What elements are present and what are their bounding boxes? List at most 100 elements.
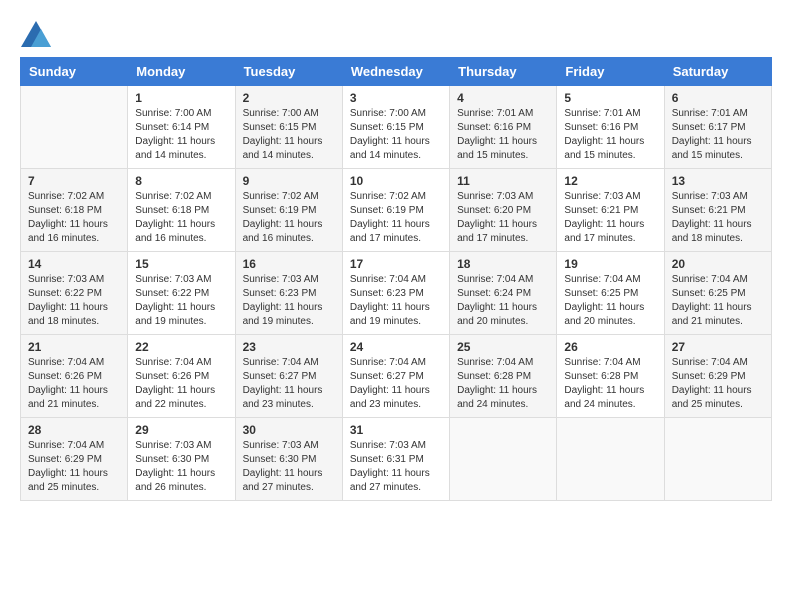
daylight-text: Daylight: 11 hours and 19 minutes. xyxy=(350,302,430,327)
day-info: Sunrise: 7:03 AMSunset: 6:30 PMDaylight:… xyxy=(135,439,227,495)
day-number: 26 xyxy=(564,340,656,354)
daylight-text: Daylight: 11 hours and 19 minutes. xyxy=(243,302,323,327)
daylight-text: Daylight: 11 hours and 21 minutes. xyxy=(28,385,108,410)
calendar-day-cell: 8 Sunrise: 7:02 AM Sunset: 6:18 PM Daylight… xyxy=(128,168,235,251)
daylight-text: Daylight: 11 hours and 25 minutes. xyxy=(672,385,752,410)
sunrise-text: Sunrise: 7:04 AM xyxy=(564,357,640,368)
day-number: 30 xyxy=(243,423,335,437)
day-number: 29 xyxy=(135,423,227,437)
sunrise-text: Sunrise: 7:04 AM xyxy=(243,357,319,368)
daylight-text: Daylight: 11 hours and 18 minutes. xyxy=(672,219,752,244)
calendar-day-cell: 14Sunrise: 7:03 AMSunset: 6:22 PMDayligh… xyxy=(21,251,128,334)
sunrise-text: Sunrise: 7:04 AM xyxy=(672,274,748,285)
sunrise-text: Sunrise: 7:04 AM xyxy=(135,357,211,368)
day-info: Sunrise: 7:02 AMSunset: 6:19 PMDaylight:… xyxy=(243,190,335,246)
day-number: 25 xyxy=(457,340,549,354)
sunrise-text: Sunrise: 7:02 AM xyxy=(28,191,104,202)
calendar-day-cell xyxy=(664,417,771,500)
day-info: Sunrise: 7:00 AMSunset: 6:15 PMDaylight:… xyxy=(243,107,335,163)
page-header xyxy=(20,20,772,47)
sunset-text: Sunset: 6:17 PM xyxy=(672,122,746,133)
daylight-text: Daylight: 11 hours and 27 minutes. xyxy=(350,468,430,493)
calendar-day-cell: 6Sunrise: 7:01 AMSunset: 6:17 PMDaylight… xyxy=(664,85,771,168)
calendar-day-cell: 23 Sunrise: 7:04 AM Sunset: 6:27 PM Dayligh… xyxy=(235,334,342,417)
sunset-text: Sunset: 6:19 PM xyxy=(350,205,424,216)
day-info: Sunrise: 7:03 AMSunset: 6:21 PMDaylight:… xyxy=(672,190,764,246)
day-of-week-header: Monday xyxy=(128,57,235,85)
day-info: Sunrise: 7:03 AMSunset: 6:22 PMDaylight:… xyxy=(135,273,227,329)
daylight-text: Daylight: 11 hours and 26 minutes. xyxy=(135,468,215,493)
calendar-body: 1Sunrise: 7:00 AMSunset: 6:14 PMDaylight… xyxy=(21,85,772,500)
daylight-text: Daylight: 11 hours and 16 minutes. xyxy=(135,219,215,244)
calendar-day-cell: 15Sunrise: 7:03 AMSunset: 6:22 PMDayligh… xyxy=(128,251,235,334)
calendar-week-row: 1Sunrise: 7:00 AMSunset: 6:14 PMDaylight… xyxy=(21,85,772,168)
day-info: Sunrise: 7:04 AMSunset: 6:23 PMDaylight:… xyxy=(350,273,442,329)
calendar-day-cell: 25Sunrise: 7:04 AMSunset: 6:28 PMDayligh… xyxy=(450,334,557,417)
calendar-day-cell: 9 Sunrise: 7:02 AMSunset: 6:19 PMDaylight… xyxy=(235,168,342,251)
daylight-text: Daylight: 11 hours and 15 minutes. xyxy=(457,136,537,161)
sunset-text: Sunset: 6:29 PM xyxy=(672,371,746,382)
day-info: Sunrise: 7:01 AMSunset: 6:16 PMDaylight:… xyxy=(564,107,656,163)
daylight-text: Daylight: 11 hours and 14 minutes. xyxy=(135,136,215,161)
sunrise-text: Sunrise: 7:02 AM xyxy=(135,191,211,202)
calendar-day-cell: 7Sunrise: 7:02 AMSunset: 6:18 PMDaylight… xyxy=(21,168,128,251)
calendar-day-cell: 30Sunrise: 7:03 AMSunset: 6:30 PMDayligh… xyxy=(235,417,342,500)
day-info: Sunrise: 7:03 AMSunset: 6:23 PMDaylight:… xyxy=(243,273,335,329)
sunset-text: Sunset: 6:27 PM xyxy=(243,371,317,382)
daylight-text: Daylight: 11 hours and 21 minutes. xyxy=(672,302,752,327)
day-number: 4 xyxy=(457,91,549,105)
calendar-day-cell: 29 Sunrise: 7:03 AMSunset: 6:30 PMDayligh… xyxy=(128,417,235,500)
sunrise-text: Sunrise: 7:03 AM xyxy=(243,440,319,451)
sunrise-text: Sunrise: 7:03 AM xyxy=(135,440,211,451)
calendar-week-row: 14Sunrise: 7:03 AMSunset: 6:22 PMDayligh… xyxy=(21,251,772,334)
sunset-text: Sunset: 6:26 PM xyxy=(135,371,209,382)
day-info: Sunrise: 7:04 AMSunset: 6:27 PMDaylight:… xyxy=(350,356,442,412)
day-number: 12 xyxy=(564,174,656,188)
calendar-day-cell: 5Sunrise: 7:01 AMSunset: 6:16 PMDaylight… xyxy=(557,85,664,168)
sunrise-text: Sunrise: 7:04 AM xyxy=(672,357,748,368)
day-number: 8 xyxy=(135,174,227,188)
calendar-day-cell: 2Sunrise: 7:00 AMSunset: 6:15 PMDaylight… xyxy=(235,85,342,168)
daylight-text: Daylight: 11 hours and 15 minutes. xyxy=(672,136,752,161)
calendar-day-cell: 11Sunrise: 7:03 AMSunset: 6:20 PMDayligh… xyxy=(450,168,557,251)
daylight-text: Daylight: 11 hours and 22 minutes. xyxy=(135,385,215,410)
daylight-text: Daylight: 11 hours and 27 minutes. xyxy=(243,468,323,493)
sunset-text: Sunset: 6:25 PM xyxy=(564,288,638,299)
calendar-day-cell: 26 Sunrise: 7:04 AMSunset: 6:28 PMDayligh… xyxy=(557,334,664,417)
day-info: Sunrise: 7:04 AMSunset: 6:26 PMDaylight:… xyxy=(28,356,120,412)
sunset-text: Sunset: 6:18 PM xyxy=(135,205,209,216)
day-info: Sunrise: 7:04 AMSunset: 6:28 PMDaylight:… xyxy=(564,356,656,412)
daylight-text: Daylight: 11 hours and 23 minutes. xyxy=(350,385,430,410)
day-number: 9 xyxy=(243,174,335,188)
day-number: 21 xyxy=(28,340,120,354)
calendar-day-cell: 13Sunrise: 7:03 AMSunset: 6:21 PMDayligh… xyxy=(664,168,771,251)
sunset-text: Sunset: 6:28 PM xyxy=(457,371,531,382)
day-info: Sunrise: 7:04 AM Sunset: 6:26 PM Daylight:… xyxy=(135,356,227,412)
day-number: 23 xyxy=(243,340,335,354)
daylight-text: Daylight: 11 hours and 17 minutes. xyxy=(564,219,644,244)
sunset-text: Sunset: 6:22 PM xyxy=(28,288,102,299)
daylight-text: Daylight: 11 hours and 20 minutes. xyxy=(457,302,537,327)
daylight-text: Daylight: 11 hours and 23 minutes. xyxy=(243,385,323,410)
calendar-day-cell: 1Sunrise: 7:00 AMSunset: 6:14 PMDaylight… xyxy=(128,85,235,168)
sunset-text: Sunset: 6:15 PM xyxy=(243,122,317,133)
day-number: 16 xyxy=(243,257,335,271)
day-info: Sunrise: 7:03 AMSunset: 6:31 PMDaylight:… xyxy=(350,439,442,495)
sunrise-text: Sunrise: 7:04 AM xyxy=(564,274,640,285)
calendar-day-cell: 16 Sunrise: 7:03 AMSunset: 6:23 PMDayligh… xyxy=(235,251,342,334)
day-number: 10 xyxy=(350,174,442,188)
day-number: 17 xyxy=(350,257,442,271)
calendar-day-cell: 27Sunrise: 7:04 AMSunset: 6:29 PMDayligh… xyxy=(664,334,771,417)
daylight-text: Daylight: 11 hours and 24 minutes. xyxy=(457,385,537,410)
day-number: 28 xyxy=(28,423,120,437)
sunrise-text: Sunrise: 7:03 AM xyxy=(672,191,748,202)
day-number: 3 xyxy=(350,91,442,105)
day-of-week-header: Thursday xyxy=(450,57,557,85)
sunset-text: Sunset: 6:19 PM xyxy=(243,205,317,216)
day-of-week-header: Friday xyxy=(557,57,664,85)
daylight-text: Daylight: 11 hours and 15 minutes. xyxy=(564,136,644,161)
sunset-text: Sunset: 6:21 PM xyxy=(564,205,638,216)
calendar-week-row: 7Sunrise: 7:02 AMSunset: 6:18 PMDaylight… xyxy=(21,168,772,251)
calendar-day-cell: 21 Sunrise: 7:04 AMSunset: 6:26 PMDayligh… xyxy=(21,334,128,417)
sunset-text: Sunset: 6:20 PM xyxy=(457,205,531,216)
